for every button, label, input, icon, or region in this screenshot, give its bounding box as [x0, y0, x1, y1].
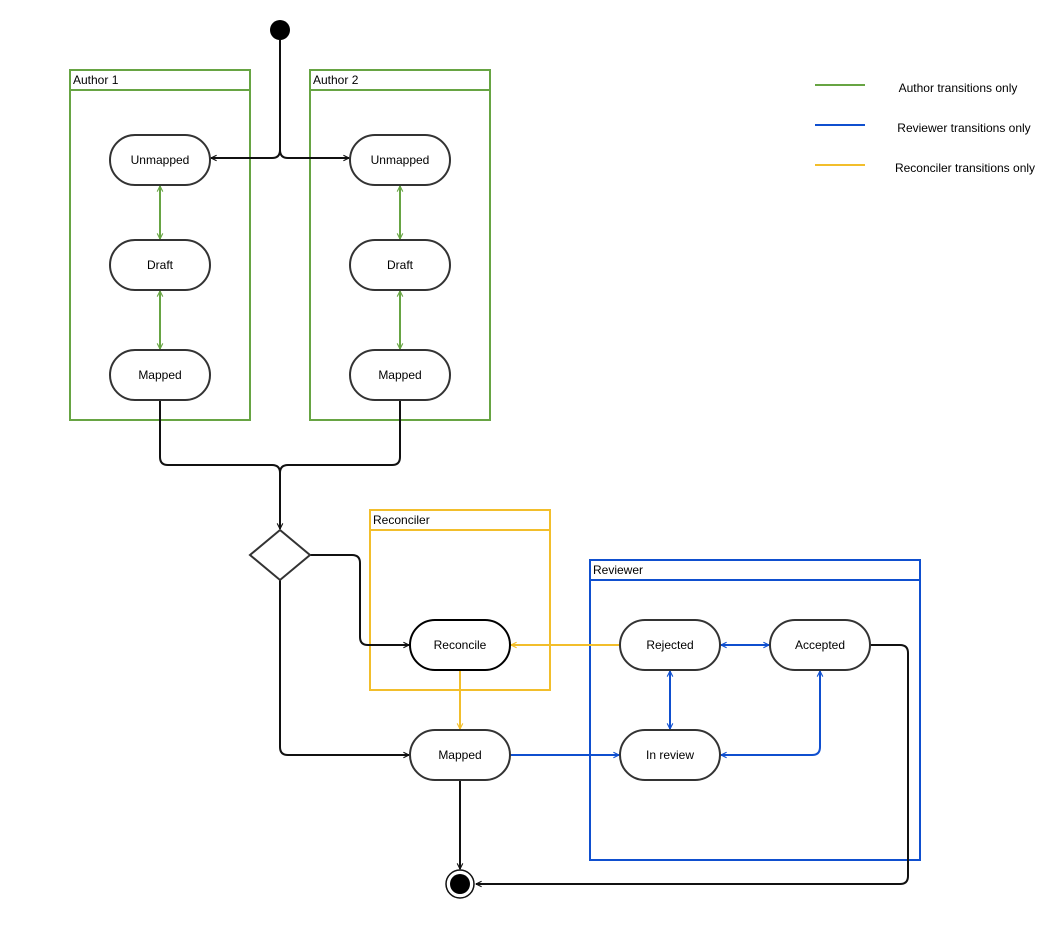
end-node [445, 869, 475, 899]
legend-label: Author transitions only [899, 81, 1018, 95]
state-label: Mapped [138, 368, 181, 382]
state-label: Reconcile [434, 638, 487, 652]
state-a1-mapped: Mapped [109, 349, 211, 401]
state-diagram: Author 1 Author 2 Reconciler Reviewer Un… [69, 20, 1035, 899]
edge-decision-reconcile [310, 554, 409, 645]
state-label: Unmapped [371, 153, 430, 167]
state-reconcile: Reconcile [409, 619, 511, 671]
edge-start-author1 [211, 40, 281, 158]
state-label: Draft [147, 258, 174, 272]
edges [160, 40, 909, 884]
state-mapped: Mapped [409, 729, 511, 781]
lane-title: Reviewer [593, 563, 643, 577]
state-accepted: Accepted [769, 619, 871, 671]
state-label: Draft [387, 258, 414, 272]
state-rejected: Rejected [619, 619, 721, 671]
state-label: Accepted [795, 638, 845, 652]
lane-title: Reconciler [373, 513, 430, 527]
state-a2-unmapped: Unmapped [349, 134, 451, 186]
lane-title: Author 1 [73, 73, 119, 87]
lane-title: Author 2 [313, 73, 359, 87]
edge-start-author2 [279, 149, 349, 158]
edge-decision-mapped [279, 580, 409, 755]
state-label: Mapped [378, 368, 421, 382]
state-a2-mapped: Mapped [349, 349, 451, 401]
state-label: Mapped [438, 748, 481, 762]
decision-node [248, 528, 312, 582]
state-a1-unmapped: Unmapped [109, 134, 211, 186]
legend: Author transitions only Reviewer transit… [815, 81, 1035, 175]
edge-inreview-accepted [721, 671, 820, 755]
state-label: In review [646, 748, 694, 762]
state-a1-draft: Draft [109, 239, 211, 291]
state-label: Unmapped [131, 153, 190, 167]
legend-label: Reviewer transitions only [897, 121, 1030, 135]
state-a2-draft: Draft [349, 239, 451, 291]
state-label: Rejected [646, 638, 693, 652]
lane-reviewer: Reviewer [589, 559, 921, 861]
state-in-review: In review [619, 729, 721, 781]
start-node [270, 20, 290, 40]
legend-label: Reconciler transitions only [895, 161, 1035, 175]
edge-a2-mapped-merge [279, 400, 401, 474]
